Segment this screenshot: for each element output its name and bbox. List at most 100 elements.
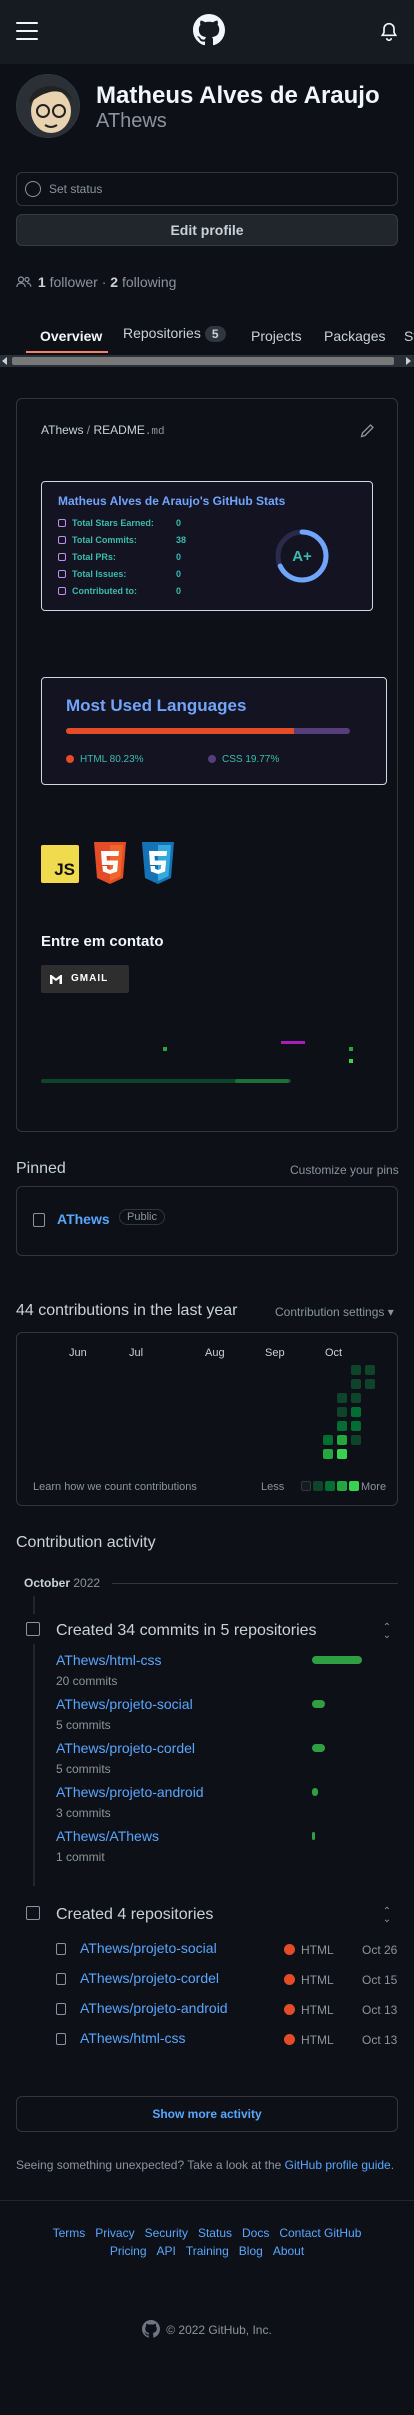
contribution-day-cell[interactable] <box>365 1379 375 1389</box>
tab-overview[interactable]: Overview <box>40 328 102 344</box>
readme-owner[interactable]: AThews <box>41 423 83 437</box>
commit-repo-link[interactable]: AThews/AThews <box>56 1828 159 1844</box>
edit-profile-button[interactable]: Edit profile <box>16 214 398 246</box>
created-repo-link[interactable]: AThews/projeto-android <box>80 2000 228 2016</box>
html5-icon <box>94 842 126 884</box>
pinned-repo-name[interactable]: AThews <box>57 1211 110 1227</box>
fold-icon[interactable]: ⌃ ⌄ <box>382 1623 392 1641</box>
contribution-day-cell[interactable] <box>351 1393 361 1403</box>
avatar[interactable] <box>16 74 80 138</box>
show-more-activity-button[interactable]: Show more activity <box>16 2096 398 2132</box>
footer-link-api[interactable]: API <box>157 2244 176 2258</box>
commit-count-link[interactable]: 20 commits <box>56 1674 117 1688</box>
issue-icon <box>58 570 66 578</box>
contribution-day-cell[interactable] <box>351 1379 361 1389</box>
repo-date: Oct 13 <box>362 2003 398 2017</box>
languages-card-title: Most Used Languages <box>66 696 247 715</box>
github-mark-icon[interactable] <box>142 2320 161 2338</box>
commit-repo-link[interactable]: AThews/html-css <box>56 1652 162 1668</box>
footer-link-blog[interactable]: Blog <box>239 2244 263 2258</box>
footer-link-terms[interactable]: Terms <box>53 2226 86 2240</box>
tab-repositories[interactable]: Repositories 5 <box>123 325 226 342</box>
contribution-day-cell[interactable] <box>337 1435 347 1445</box>
stat-value: 0 <box>176 518 182 528</box>
learn-contributions-link[interactable]: Learn how we count contributions <box>33 1481 197 1493</box>
tab-projects[interactable]: Projects <box>251 328 302 344</box>
repo-date: Oct 13 <box>362 2033 398 2047</box>
languages-bar-html-segment <box>66 728 294 734</box>
repo-language-name: HTML <box>301 1943 334 1957</box>
customize-pins-link[interactable]: Customize your pins <box>290 1163 399 1177</box>
followers-label: follower <box>49 274 98 290</box>
footer-link-pricing[interactable]: Pricing <box>110 2244 147 2258</box>
pencil-icon[interactable] <box>359 423 375 439</box>
commit-repo-link[interactable]: AThews/projeto-cordel <box>56 1740 195 1756</box>
repo-icon <box>58 587 66 595</box>
created-repo-link[interactable]: AThews/html-css <box>80 2030 186 2046</box>
footer-link-training[interactable]: Training <box>186 2244 229 2258</box>
fold-icon[interactable]: ⌃ ⌄ <box>382 1907 392 1925</box>
footer-link-docs[interactable]: Docs <box>242 2226 269 2240</box>
gmail-badge-label: GMAIL <box>71 973 109 984</box>
language-percent: 80.23% <box>109 754 144 765</box>
html-dot-icon <box>284 2004 295 2015</box>
contribution-day-cell[interactable] <box>323 1435 333 1445</box>
contact-heading: Entre em contato <box>41 933 164 950</box>
contribution-day-cell[interactable] <box>323 1449 333 1459</box>
created-repo-link[interactable]: AThews/projeto-social <box>80 1940 217 1956</box>
contribution-day-cell[interactable] <box>351 1435 361 1445</box>
legend-level-cell <box>301 1481 311 1491</box>
commits-heading: Created 34 commits in 5 repositories <box>56 1622 317 1639</box>
contribution-day-cell[interactable] <box>351 1365 361 1375</box>
github-mark-icon[interactable] <box>193 14 225 46</box>
profile-guide-link[interactable]: GitHub profile guide <box>285 2158 391 2172</box>
footer-link-privacy[interactable]: Privacy <box>95 2226 134 2240</box>
tab-stars[interactable]: Stars <box>404 328 414 344</box>
bell-icon[interactable] <box>380 22 398 42</box>
footer-link-status[interactable]: Status <box>198 2226 232 2240</box>
repo-language-name: HTML <box>301 2003 334 2017</box>
hamburger-icon[interactable] <box>16 22 38 40</box>
stat-value: 0 <box>176 586 182 596</box>
created-repos-heading: Created 4 repositories <box>56 1906 214 1923</box>
following-label: following <box>121 274 177 290</box>
stat-label: Total Stars Earned: <box>58 518 154 528</box>
month-label: Aug <box>205 1347 225 1359</box>
followers-link[interactable]: 1 follower <box>38 274 98 290</box>
stat-label-text: Total Issues: <box>72 569 127 579</box>
set-status-button[interactable]: Set status <box>16 172 398 206</box>
commit-bar <box>312 1744 325 1752</box>
commit-count-link[interactable]: 5 commits <box>56 1762 111 1776</box>
copyright: © 2022 GitHub, Inc. <box>0 2320 414 2338</box>
commit-bar <box>312 1788 318 1796</box>
created-repo-link[interactable]: AThews/projeto-cordel <box>80 1970 219 1986</box>
contribution-day-cell[interactable] <box>337 1393 347 1403</box>
pinned-repo-card: AThews Public <box>16 1186 398 1256</box>
contribution-settings-dropdown[interactable]: Contribution settings ▾ <box>275 1305 394 1319</box>
footer-link-contact[interactable]: Contact GitHub <box>279 2226 361 2240</box>
stat-label: Total Issues: <box>58 569 126 579</box>
scroll-left-arrow-icon[interactable] <box>2 357 7 365</box>
contribution-day-cell[interactable] <box>337 1407 347 1417</box>
tab-packages[interactable]: Packages <box>324 328 385 344</box>
commit-repo-link[interactable]: AThews/projeto-social <box>56 1696 193 1712</box>
scrollbar-thumb[interactable] <box>12 357 394 365</box>
contribution-day-cell[interactable] <box>351 1421 361 1431</box>
scroll-right-arrow-icon[interactable] <box>406 357 411 365</box>
commit-count-link[interactable]: 5 commits <box>56 1718 111 1732</box>
stat-value: 0 <box>176 569 182 579</box>
commit-count-link[interactable]: 1 commit <box>56 1850 105 1864</box>
commit-count-link[interactable]: 3 commits <box>56 1806 111 1820</box>
html-dot-icon <box>284 1944 295 1955</box>
contribution-settings-label: Contribution settings <box>275 1305 385 1319</box>
repo-language-name: HTML <box>301 2033 334 2047</box>
commit-repo-link[interactable]: AThews/projeto-android <box>56 1784 204 1800</box>
contribution-day-cell[interactable] <box>351 1407 361 1417</box>
footer-link-security[interactable]: Security <box>145 2226 188 2240</box>
contribution-day-cell[interactable] <box>365 1365 375 1375</box>
gmail-badge[interactable]: GMAIL <box>41 965 129 993</box>
footer-link-about[interactable]: About <box>273 2244 304 2258</box>
contribution-day-cell[interactable] <box>337 1421 347 1431</box>
following-link[interactable]: 2 following <box>110 274 176 290</box>
contribution-day-cell[interactable] <box>337 1449 347 1459</box>
